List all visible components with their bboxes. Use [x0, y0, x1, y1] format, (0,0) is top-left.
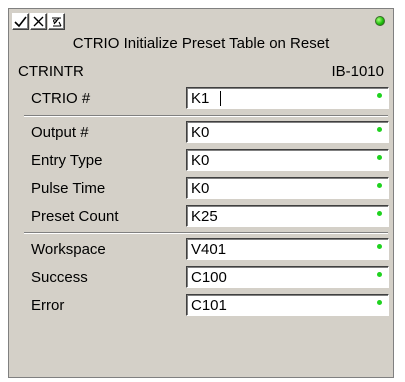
workspace-input[interactable]: V401: [186, 238, 389, 260]
success-input[interactable]: C100: [186, 266, 389, 288]
valid-indicator-icon: [377, 155, 382, 160]
dialog-title: CTRIO Initialize Preset Table on Reset: [72, 35, 330, 52]
field-label: Pulse Time: [31, 180, 106, 197]
dialog-toolbar: [9, 9, 393, 33]
field-label: Preset Count: [31, 208, 119, 225]
preset-count-input[interactable]: K25: [186, 205, 389, 227]
valid-indicator-icon: [377, 300, 382, 305]
cancel-button[interactable]: [30, 13, 47, 30]
field-value: K0: [191, 180, 210, 197]
field-row-success: Success C100: [9, 265, 393, 290]
cancel-icon: [33, 16, 44, 27]
valid-indicator-icon: [377, 183, 382, 188]
field-label: Workspace: [31, 241, 106, 258]
entry-type-input[interactable]: K0: [186, 149, 389, 171]
field-row-preset-count: Preset Count K25: [9, 204, 393, 229]
valid-indicator-icon: [377, 93, 382, 98]
valid-indicator-icon: [377, 272, 382, 277]
field-row-workspace: Workspace V401: [9, 237, 393, 262]
field-value: C100: [191, 269, 227, 286]
field-value: C101: [191, 297, 227, 314]
field-label: CTRIO #: [31, 90, 91, 107]
ok-button[interactable]: [12, 13, 29, 30]
field-row-entry-type: Entry Type K0: [9, 148, 393, 173]
output-number-input[interactable]: K0: [186, 121, 389, 143]
field-row-output: Output # K0: [9, 120, 393, 145]
instruction-name: CTRINTR: [18, 63, 84, 80]
field-value: K0: [191, 124, 210, 141]
separator: [24, 115, 388, 117]
field-label: Success: [31, 269, 88, 286]
field-label: Error: [31, 297, 65, 314]
ctrio-number-input[interactable]: K1: [186, 87, 389, 109]
instruction-dialog: CTRIO Initialize Preset Table on Reset C…: [8, 8, 394, 378]
field-value: K25: [191, 208, 218, 225]
help-icon: [52, 17, 62, 27]
field-row-ctrio: CTRIO # K1: [9, 86, 393, 111]
field-value: V401: [191, 241, 227, 258]
status-led-icon: [375, 16, 385, 26]
field-row-error: Error C101: [9, 293, 393, 318]
error-input[interactable]: C101: [186, 294, 389, 316]
field-label: Output #: [31, 124, 89, 141]
pulse-time-input[interactable]: K0: [186, 177, 389, 199]
valid-indicator-icon: [377, 244, 382, 249]
field-value: K1: [191, 90, 210, 107]
field-value: K0: [191, 152, 210, 169]
valid-indicator-icon: [377, 211, 382, 216]
check-icon: [14, 16, 27, 28]
help-button[interactable]: [48, 13, 65, 30]
field-row-pulse-time: Pulse Time K0: [9, 176, 393, 201]
field-label: Entry Type: [31, 152, 103, 169]
separator: [24, 232, 388, 234]
valid-indicator-icon: [377, 127, 382, 132]
text-caret: [220, 91, 221, 106]
instruction-info-row: CTRINTR IB-1010: [9, 63, 393, 83]
instruction-code: IB-1010: [331, 63, 384, 80]
